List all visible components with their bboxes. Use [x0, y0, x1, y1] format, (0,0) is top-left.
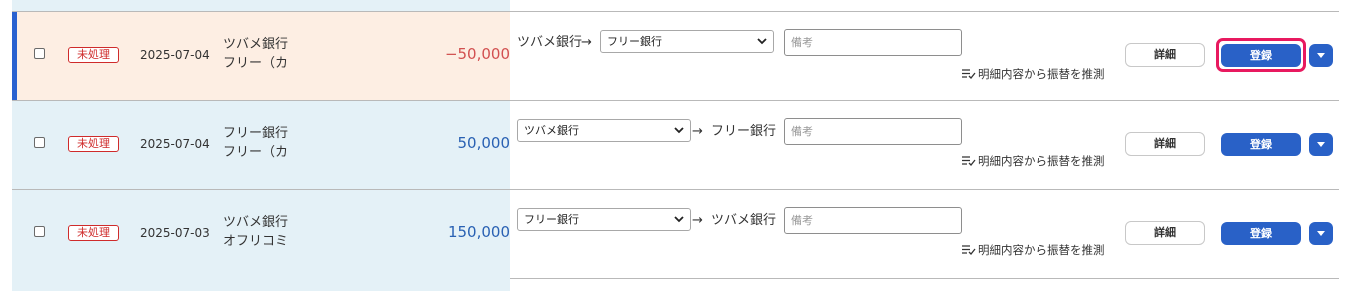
infer-transfer-link[interactable]: 明細内容から振替を推測 [962, 67, 1105, 81]
to-account-label: ツバメ銀行 [711, 213, 777, 228]
caret-down-icon [1317, 231, 1325, 236]
from-account-label: ツバメ銀行 [517, 35, 583, 50]
list-check-icon [962, 245, 976, 255]
description-line-1: ツバメ銀行 [223, 215, 289, 230]
register-button[interactable]: 登録 [1221, 222, 1301, 245]
chevron-down-icon [674, 216, 684, 223]
arrow-right-icon: → [692, 124, 703, 139]
from-account-select[interactable]: フリー銀行 [517, 208, 691, 231]
active-row-indicator [12, 12, 17, 100]
list-check-icon [962, 156, 976, 166]
memo-input[interactable]: 備考 [784, 118, 962, 145]
transaction-row: 未処理 2025-07-03 ツバメ銀行 オフリコミ 150,000 フリー銀行… [12, 190, 1339, 279]
register-options-button[interactable] [1309, 44, 1333, 67]
memo-input[interactable]: 備考 [784, 207, 962, 234]
row-background-fill [12, 0, 510, 11]
infer-transfer-link[interactable]: 明細内容から振替を推測 [962, 154, 1105, 168]
select-value: ツバメ銀行 [524, 124, 579, 137]
register-button[interactable]: 登録 [1221, 133, 1301, 156]
register-button[interactable]: 登録 [1221, 44, 1301, 67]
list-check-icon [962, 69, 976, 79]
detail-button[interactable]: 詳細 [1125, 221, 1205, 245]
transaction-date: 2025-07-03 [140, 226, 210, 240]
row-background-fill [12, 278, 510, 291]
infer-transfer-link[interactable]: 明細内容から振替を推測 [962, 243, 1105, 257]
arrow-right-icon: → [692, 213, 703, 228]
chevron-down-icon [757, 38, 767, 45]
infer-transfer-label: 明細内容から振替を推測 [978, 154, 1105, 168]
description-line-1: ツバメ銀行 [223, 37, 289, 52]
chevron-down-icon [674, 127, 684, 134]
status-badge: 未処理 [68, 225, 119, 241]
from-account-select[interactable]: ツバメ銀行 [517, 119, 691, 142]
transaction-list: 未処理 2025-07-04 ツバメ銀行 フリー（カ −50,000 ツバメ銀行… [12, 0, 1339, 291]
register-options-button[interactable] [1309, 133, 1333, 156]
row-checkbox[interactable] [34, 137, 45, 148]
memo-input[interactable]: 備考 [784, 29, 962, 56]
transaction-date: 2025-07-04 [140, 137, 210, 151]
transaction-row: 未処理 2025-07-04 フリー銀行 フリー（カ 50,000 ツバメ銀行 … [12, 101, 1339, 190]
infer-transfer-label: 明細内容から振替を推測 [978, 243, 1105, 257]
status-badge: 未処理 [68, 47, 119, 63]
transaction-date: 2025-07-04 [140, 48, 210, 62]
transaction-row: 未処理 2025-07-04 ツバメ銀行 フリー（カ −50,000 ツバメ銀行… [12, 12, 1339, 101]
row-checkbox[interactable] [34, 48, 45, 59]
caret-down-icon [1317, 53, 1325, 58]
transaction-amount: 50,000 [457, 134, 511, 152]
description-line-2: フリー（カ [223, 56, 289, 71]
arrow-right-icon: → [581, 35, 592, 50]
description-line-2: フリー（カ [223, 145, 289, 160]
description-line-1: フリー銀行 [223, 126, 289, 141]
to-account-label: フリー銀行 [711, 124, 777, 139]
transaction-amount: −50,000 [444, 45, 510, 63]
detail-button[interactable]: 詳細 [1125, 43, 1205, 67]
select-value: フリー銀行 [524, 213, 579, 226]
infer-transfer-label: 明細内容から振替を推測 [978, 67, 1105, 81]
description-line-2: オフリコミ [223, 234, 289, 249]
to-account-select[interactable]: フリー銀行 [600, 30, 774, 53]
status-badge: 未処理 [68, 136, 119, 152]
caret-down-icon [1317, 142, 1325, 147]
transaction-amount: 150,000 [447, 223, 510, 241]
register-options-button[interactable] [1309, 222, 1333, 245]
select-value: フリー銀行 [607, 35, 662, 48]
row-checkbox[interactable] [34, 226, 45, 237]
detail-button[interactable]: 詳細 [1125, 132, 1205, 156]
